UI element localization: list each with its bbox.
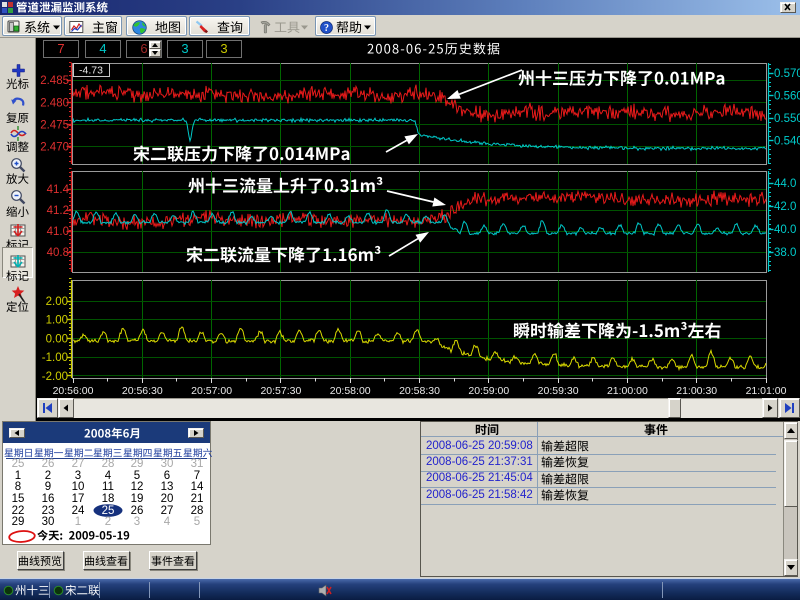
svg-text:20:57:30: 20:57:30 — [260, 385, 301, 397]
svg-text:2.485: 2.485 — [40, 75, 69, 87]
svg-text:20:59:30: 20:59:30 — [538, 385, 579, 397]
svg-text:-2.00: -2.00 — [42, 371, 68, 383]
svg-text:41.0: 41.0 — [47, 226, 69, 238]
svg-text:40.0: 40.0 — [774, 224, 796, 236]
svg-text:2.475: 2.475 — [40, 120, 69, 132]
svg-text:20:57:00: 20:57:00 — [191, 385, 232, 397]
svg-text:2.00: 2.00 — [46, 296, 68, 308]
svg-text:2.470: 2.470 — [40, 142, 69, 154]
svg-text:38.0: 38.0 — [774, 247, 796, 259]
svg-text:21:00:30: 21:00:30 — [676, 385, 717, 397]
svg-text:?: ? — [324, 23, 329, 34]
svg-text:0.00: 0.00 — [46, 333, 68, 345]
svg-text:2.480: 2.480 — [40, 98, 69, 110]
svg-text:0.540: 0.540 — [774, 136, 800, 148]
svg-text:41.2: 41.2 — [47, 205, 69, 217]
svg-text:40.8: 40.8 — [47, 247, 69, 259]
svg-text:42.0: 42.0 — [774, 201, 796, 213]
svg-text:0.560: 0.560 — [774, 91, 800, 103]
svg-text:0.570: 0.570 — [774, 68, 800, 80]
svg-text:21:00:00: 21:00:00 — [607, 385, 648, 397]
svg-text:-1.00: -1.00 — [42, 352, 68, 364]
svg-text:20:58:30: 20:58:30 — [399, 385, 440, 397]
svg-text:0.550: 0.550 — [774, 113, 800, 125]
svg-text:-4.73: -4.73 — [79, 65, 103, 77]
svg-text:41.4: 41.4 — [47, 184, 70, 196]
svg-text:20:56:00: 20:56:00 — [53, 385, 94, 397]
svg-text:21:01:00: 21:01:00 — [746, 385, 787, 397]
svg-text:1.00: 1.00 — [46, 315, 68, 327]
svg-text:20:56:30: 20:56:30 — [122, 385, 163, 397]
svg-text:20:58:00: 20:58:00 — [330, 385, 371, 397]
svg-text:44.0: 44.0 — [774, 178, 796, 190]
svg-text:20:59:00: 20:59:00 — [468, 385, 509, 397]
